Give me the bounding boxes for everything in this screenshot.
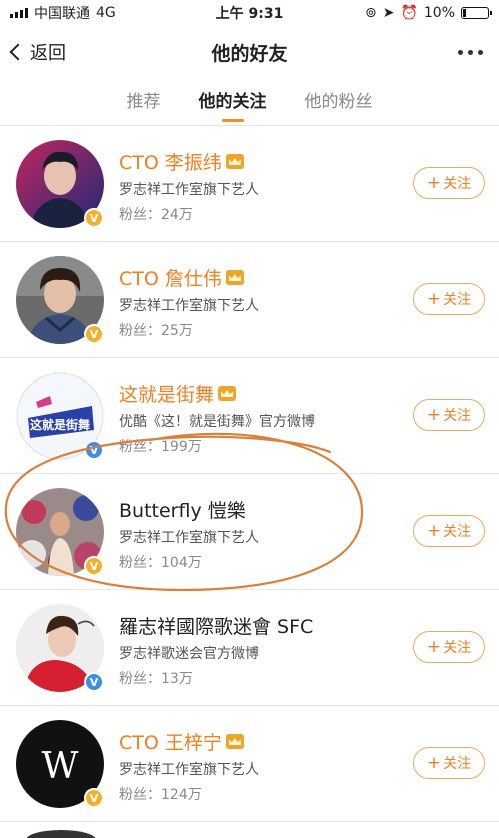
tab-followers[interactable]: 他的粉丝 xyxy=(305,78,373,126)
nav-bar: 返回 他的好友 xyxy=(0,26,499,78)
list-item[interactable]: W V CTO 王梓宁 罗志祥工作室旗下艺人 粉丝：124万 + 关注 xyxy=(0,706,499,822)
list-item[interactable]: V CTO 李振纬 罗志祥工作室旗下艺人 粉丝：24万 + 关注 xyxy=(0,126,499,242)
plus-icon: + xyxy=(426,753,442,773)
plus-icon: + xyxy=(426,521,442,541)
location-icon: ➤ xyxy=(382,5,395,21)
user-description: 罗志祥工作室旗下艺人 xyxy=(119,762,259,778)
list-item[interactable]: V Butterfly 愷樂 罗志祥工作室旗下艺人 粉丝：104万 + 关注 xyxy=(0,474,499,590)
vip-crown-icon xyxy=(225,734,244,749)
show-logo-text: 这就是街舞 xyxy=(30,417,90,432)
back-label: 返回 xyxy=(30,43,66,64)
follow-button[interactable]: + 关注 xyxy=(413,399,485,431)
clock: 上午 9:31 xyxy=(215,6,284,22)
vip-crown-icon xyxy=(225,154,244,169)
fans-count: 粉丝：25万 xyxy=(119,323,193,339)
signal-icon xyxy=(10,8,28,18)
verified-badge-icon: V xyxy=(84,788,104,808)
more-options-icon[interactable] xyxy=(458,50,483,55)
status-bar: 中国联通 4G 上午 9:31 ⊚ ➤ ⏰ 10% xyxy=(0,0,499,26)
user-name[interactable]: 这就是街舞 xyxy=(119,380,237,407)
user-name[interactable]: CTO 李振纬 xyxy=(119,148,244,175)
user-description: 罗志祥工作室旗下艺人 xyxy=(119,182,259,198)
battery-percent: 10% xyxy=(423,5,455,21)
avatar xyxy=(26,830,96,838)
verified-badge-icon: V xyxy=(84,672,104,692)
tab-following[interactable]: 他的关注 xyxy=(199,78,267,126)
following-list: V CTO 李振纬 罗志祥工作室旗下艺人 粉丝：24万 + 关注 V CTO 詹… xyxy=(0,126,499,822)
tab-recommended[interactable]: 推荐 xyxy=(127,78,161,126)
fans-count: 粉丝：24万 xyxy=(119,207,193,223)
plus-icon: + xyxy=(426,637,442,657)
follow-button[interactable]: + 关注 xyxy=(413,515,485,547)
follow-button[interactable]: + 关注 xyxy=(413,747,485,779)
plus-icon: + xyxy=(426,405,442,425)
plus-icon: + xyxy=(426,289,442,309)
user-description: 优酷《这！就是街舞》官方微博 xyxy=(119,414,315,430)
tab-bar: 推荐 他的关注 他的粉丝 xyxy=(0,78,499,126)
user-description: 罗志祥工作室旗下艺人 xyxy=(119,298,259,314)
follow-button[interactable]: + 关注 xyxy=(413,631,485,663)
user-description: 罗志祥歌迷会官方微博 xyxy=(119,646,259,662)
chevron-left-icon xyxy=(9,43,27,61)
page-title: 他的好友 xyxy=(211,42,288,65)
network-type: 4G xyxy=(96,5,116,21)
verified-badge-icon: V xyxy=(84,208,104,228)
fans-count: 粉丝：124万 xyxy=(119,787,202,803)
list-item[interactable]: V 羅志祥國際歌迷會 SFC 罗志祥歌迷会官方微博 粉丝：13万 + 关注 xyxy=(0,590,499,706)
user-name[interactable]: CTO 詹仕伟 xyxy=(119,264,244,291)
battery-icon xyxy=(461,7,492,19)
plus-icon: + xyxy=(426,173,442,193)
fans-count: 粉丝：104万 xyxy=(119,555,202,571)
fans-count: 粉丝：13万 xyxy=(119,671,193,687)
vip-crown-icon xyxy=(218,386,237,401)
user-name[interactable]: CTO 王梓宁 xyxy=(119,728,244,755)
verified-badge-icon: V xyxy=(84,440,104,460)
carrier-name: 中国联通 xyxy=(34,6,90,22)
list-item-partial xyxy=(0,822,499,838)
user-name[interactable]: Butterfly 愷樂 xyxy=(119,496,246,523)
follow-button[interactable]: + 关注 xyxy=(413,167,485,199)
follow-button[interactable]: + 关注 xyxy=(413,283,485,315)
logo-text: W xyxy=(41,746,78,787)
user-description: 罗志祥工作室旗下艺人 xyxy=(119,530,259,546)
verified-badge-icon: V xyxy=(84,556,104,576)
list-item[interactable]: V CTO 詹仕伟 罗志祥工作室旗下艺人 粉丝：25万 + 关注 xyxy=(0,242,499,358)
rotation-lock-icon: ⊚ xyxy=(364,5,377,21)
vip-crown-icon xyxy=(225,270,244,285)
fans-count: 粉丝：199万 xyxy=(119,439,202,455)
alarm-icon: ⏰ xyxy=(400,5,418,21)
back-button[interactable]: 返回 xyxy=(9,26,66,78)
user-name[interactable]: 羅志祥國際歌迷會 SFC xyxy=(119,612,313,639)
list-item[interactable]: 这就是街舞 V 这就是街舞 优酷《这！就是街舞》官方微博 粉丝：199万 + 关… xyxy=(0,358,499,474)
verified-badge-icon: V xyxy=(84,324,104,344)
